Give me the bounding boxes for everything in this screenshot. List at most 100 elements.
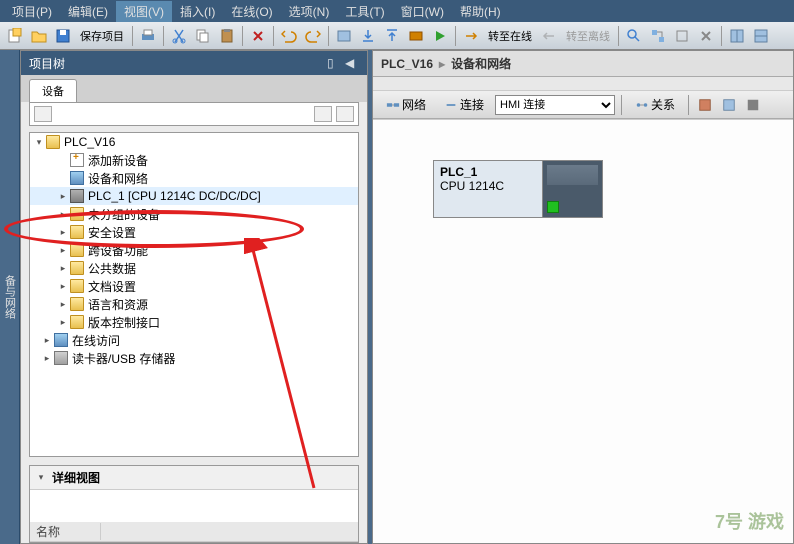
undo-icon[interactable] (278, 25, 300, 47)
project-tree[interactable]: ▾ PLC_V16 添加新设备设备和网络▸PLC_1 [CPU 1214C DC/D… (29, 132, 359, 457)
tree-item[interactable]: ▸ 跨设备功能 (30, 241, 358, 259)
main-toolbar: 保存项目 转至在线 转至离线 (0, 22, 794, 50)
tree-root[interactable]: ▾ PLC_V16 (30, 133, 358, 151)
device-cpu: CPU 1214C (440, 179, 536, 193)
expand-icon[interactable]: ▸ (58, 263, 68, 273)
search-icon[interactable] (623, 25, 645, 47)
tab-devices[interactable]: 设备 (29, 79, 77, 102)
zoom-icon[interactable] (695, 95, 715, 115)
tree-item[interactable]: ▸未分组的设备 (30, 205, 358, 223)
menu-item[interactable]: 视图(V) (116, 1, 172, 22)
layout-icon[interactable] (743, 95, 763, 115)
detail-title: 详细视图 (52, 469, 100, 486)
download-icon[interactable] (357, 25, 379, 47)
tree-item[interactable]: ▸公共数据 (30, 259, 358, 277)
compile-icon[interactable] (333, 25, 355, 47)
network-button[interactable]: 网络 (379, 93, 433, 116)
folder-icon (70, 315, 84, 329)
relation-button[interactable]: 关系 (628, 93, 682, 116)
expand-icon[interactable]: ▸ (58, 191, 68, 201)
tree-view-icon[interactable] (34, 106, 52, 122)
delete-icon[interactable] (247, 25, 269, 47)
tree-label: 文档设置 (88, 278, 136, 295)
folder-icon (70, 225, 84, 239)
upload-icon[interactable] (381, 25, 403, 47)
cut-icon[interactable] (168, 25, 190, 47)
tree-item[interactable]: ▸在线访问 (30, 331, 358, 349)
menu-item[interactable]: 选项(N) (281, 1, 338, 22)
go-online-label: 转至在线 (484, 28, 536, 44)
expand-icon[interactable]: ▸ (58, 227, 68, 237)
expand-icon[interactable]: ▸ (58, 299, 68, 309)
close-icon[interactable] (695, 25, 717, 47)
tree-item[interactable]: ▸PLC_1 [CPU 1214C DC/DC/DC] (30, 187, 358, 205)
pane-collapse-icon[interactable]: ◀ (345, 56, 359, 70)
simulate-icon[interactable] (405, 25, 427, 47)
tree-item[interactable]: 设备和网络 (30, 169, 358, 187)
editor-pane: PLC_V16 ▸ 设备和网络 网络 连接 HMI 连接 关系 PLC_1 CP… (372, 50, 794, 544)
cross-ref-icon[interactable] (647, 25, 669, 47)
tree-item[interactable]: ▸版本控制接口 (30, 313, 358, 331)
list-view-icon[interactable] (314, 106, 332, 122)
accessible-icon[interactable] (671, 25, 693, 47)
expand-icon[interactable]: ▸ (58, 245, 68, 255)
menu-item[interactable]: 帮助(H) (452, 1, 509, 22)
tree-item[interactable]: ▸ 安全设置 (30, 223, 358, 241)
folder-icon (70, 207, 84, 221)
details-view-icon[interactable] (336, 106, 354, 122)
tree-label: 添加新设备 (88, 152, 148, 169)
project-tree-pane: 项目树 ▯ ◀ 设备 ▾PLC_V16添加新设备设备和网络▸PLC_1 [CPU… (20, 50, 368, 544)
expand-icon[interactable]: ▸ (58, 281, 68, 291)
expand-icon[interactable]: ▸ (42, 335, 52, 345)
hmi-connection-select[interactable]: HMI 连接 (495, 95, 615, 115)
expand-icon[interactable]: ▸ (42, 353, 52, 363)
breadcrumb: PLC_V16 ▸ 设备和网络 (373, 51, 793, 77)
start-icon[interactable] (429, 25, 451, 47)
print-icon[interactable] (137, 25, 159, 47)
split-v-icon[interactable] (750, 25, 772, 47)
save-icon[interactable] (52, 25, 74, 47)
tree-item[interactable]: ▸读卡器/USB 存储器 (30, 349, 358, 367)
connect-button[interactable]: 连接 (437, 93, 491, 116)
tree-label: 语言和资源 (88, 296, 148, 313)
device-plc1[interactable]: PLC_1 CPU 1214C (433, 160, 603, 218)
net-icon (70, 171, 84, 185)
split-h-icon[interactable] (726, 25, 748, 47)
expand-icon[interactable]: ▸ (58, 317, 68, 327)
tree-label: 安全设置 (88, 224, 136, 241)
grid-icon[interactable] (719, 95, 739, 115)
breadcrumb-leaf[interactable]: 设备和网络 (451, 55, 511, 72)
go-offline-label: 转至离线 (562, 28, 614, 44)
expand-icon[interactable]: ▸ (58, 209, 68, 219)
network-toolbar: 网络 连接 HMI 连接 关系 (373, 91, 793, 119)
menu-item[interactable]: 编辑(E) (60, 1, 116, 22)
menu-item[interactable]: 插入(I) (172, 1, 223, 22)
copy-icon[interactable] (192, 25, 214, 47)
plc-icon (70, 189, 84, 203)
menu-item[interactable]: 在线(O) (223, 1, 280, 22)
menu-item[interactable]: 工具(T) (337, 1, 392, 22)
open-project-icon[interactable] (28, 25, 50, 47)
tree-item[interactable]: ▸ 语言和资源 (30, 295, 358, 313)
redo-icon[interactable] (302, 25, 324, 47)
watermark: 7号 游戏 (715, 508, 784, 534)
network-canvas[interactable]: PLC_1 CPU 1214C (373, 119, 793, 543)
tree-item[interactable]: 添加新设备 (30, 151, 358, 169)
card-icon (54, 351, 68, 365)
new-project-icon[interactable] (4, 25, 26, 47)
tree-item[interactable]: ▸ 文档设置 (30, 277, 358, 295)
paste-icon[interactable] (216, 25, 238, 47)
go-offline-icon[interactable] (538, 25, 560, 47)
menu-item[interactable]: 项目(P) (4, 1, 60, 22)
menu-item[interactable]: 窗口(W) (393, 1, 452, 22)
expand-icon[interactable]: ▾ (34, 137, 44, 147)
go-online-icon[interactable] (460, 25, 482, 47)
detail-expand-icon[interactable]: ▾ (36, 473, 46, 483)
expand-icon[interactable] (58, 173, 68, 183)
tree-label: 跨设备功能 (88, 242, 148, 259)
side-tab[interactable]: 备与网络 (0, 50, 20, 544)
tree-label: PLC_V16 (64, 135, 115, 149)
breadcrumb-root[interactable]: PLC_V16 (381, 57, 433, 71)
expand-icon[interactable] (58, 155, 68, 165)
pane-pin-icon[interactable]: ▯ (327, 56, 341, 70)
